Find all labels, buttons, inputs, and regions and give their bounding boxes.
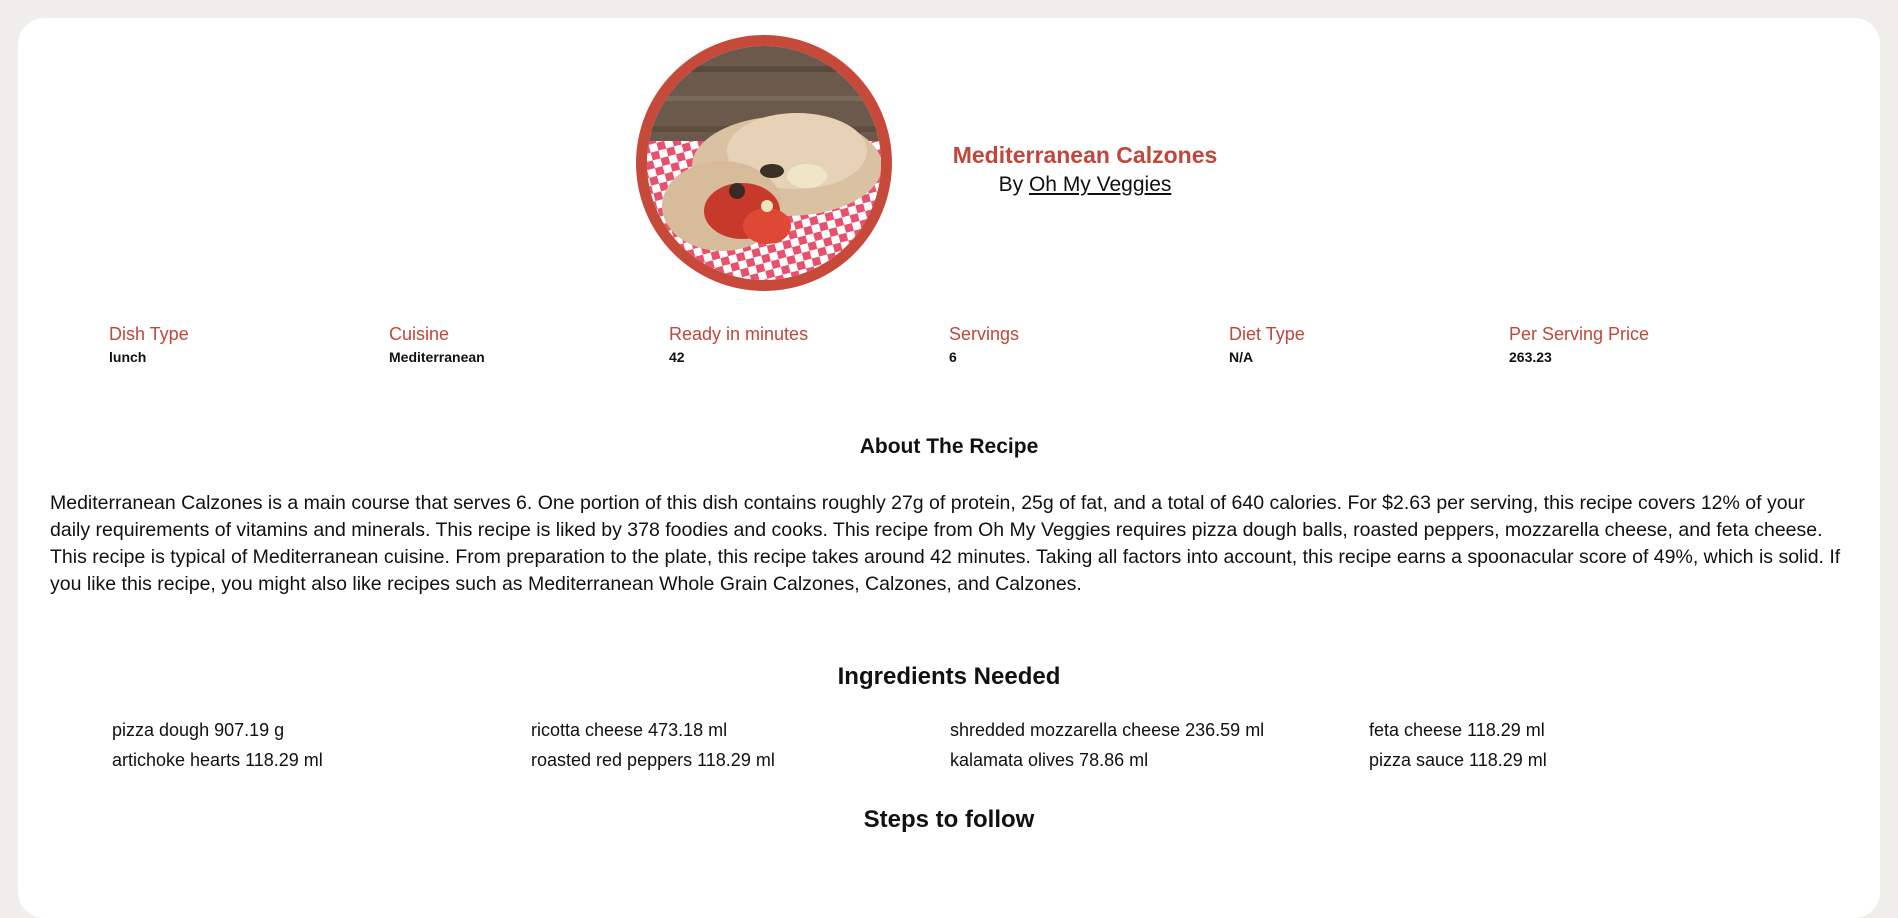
fact-value: N/A <box>1229 349 1254 365</box>
ingredient-item: ricotta cheese 473.18 ml <box>531 720 728 740</box>
fact-value: 42 <box>669 349 685 365</box>
fact-label: Dish Type <box>109 324 189 344</box>
recipe-header: Mediterranean Calzones By Oh My Veggies <box>900 140 1270 200</box>
ingredient-item: artichoke hearts 118.29 ml <box>112 750 323 770</box>
fact-label: Per Serving Price <box>1509 324 1650 344</box>
fact-value: Mediterranean <box>389 349 485 365</box>
ingredient-item: roasted red peppers 118.29 ml <box>531 750 775 770</box>
recipe-title: Mediterranean Calzones <box>952 142 1218 168</box>
byline-prefix: By <box>998 173 1024 196</box>
recipe-byline: By Oh My Veggies <box>900 170 1270 200</box>
recipe-facts: Dish Type lunch Cuisine Mediterranean Re… <box>109 322 1809 372</box>
fact-label: Servings <box>949 324 1020 344</box>
fact-value: 6 <box>949 349 957 365</box>
recipe-photo <box>647 46 881 280</box>
ingredient-item: pizza dough 907.19 g <box>112 720 285 740</box>
author-link[interactable]: Oh My Veggies <box>1029 173 1171 196</box>
fact-value: lunch <box>109 349 147 365</box>
fact-label: Ready in minutes <box>669 324 809 344</box>
fact-value: 263.23 <box>1509 349 1552 365</box>
recipe-image-frame <box>636 35 892 291</box>
fact-ready-in-minutes: Ready in minutes 42 <box>669 322 929 368</box>
fact-dish-type: Dish Type lunch <box>109 322 369 368</box>
fact-label: Cuisine <box>389 324 450 344</box>
fact-servings: Servings 6 <box>949 322 1209 368</box>
fact-cuisine: Cuisine Mediterranean <box>389 322 649 368</box>
fact-label: Diet Type <box>1229 324 1305 344</box>
about-heading: About The Recipe <box>859 435 1039 458</box>
ingredients-heading: Ingredients Needed <box>837 663 1061 690</box>
ingredient-item: kalamata olives 78.86 ml <box>950 750 1149 770</box>
fact-per-serving-price: Per Serving Price 263.23 <box>1509 322 1769 368</box>
fact-diet-type: Diet Type N/A <box>1229 322 1489 368</box>
ingredient-item: pizza sauce 118.29 ml <box>1369 750 1547 770</box>
about-description: Mediterranean Calzones is a main course … <box>50 492 1841 595</box>
ingredient-item: feta cheese 118.29 ml <box>1369 720 1545 740</box>
ingredient-item: shredded mozzarella cheese 236.59 ml <box>950 720 1265 740</box>
steps-heading: Steps to follow <box>863 806 1035 833</box>
